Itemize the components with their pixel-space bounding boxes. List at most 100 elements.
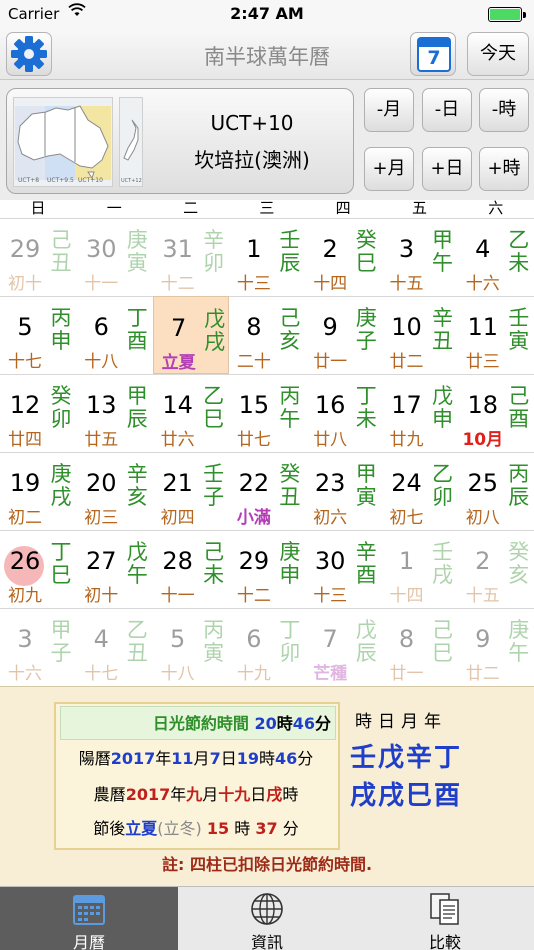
day-branch: 未 <box>355 407 377 431</box>
status-bar: Carrier 2:47 AM <box>0 0 534 28</box>
calendar-day-cell[interactable]: 3 甲午十五 <box>382 218 458 296</box>
lunar-day-label: 十二 <box>236 586 271 606</box>
day-branch: 午 <box>508 641 530 665</box>
calendar-day-cell[interactable]: 17 戊申廿九 <box>382 374 458 452</box>
tab-compare[interactable]: 比較 <box>356 887 534 950</box>
calendar-day-cell[interactable]: 29 庚申十二 <box>229 530 305 608</box>
calendar-day-cell[interactable]: 18 己酉 10月 <box>458 374 534 452</box>
calendar-day-cell[interactable]: 7 戊辰芒種 <box>305 608 381 686</box>
lunar-day-label: 十五 <box>465 586 500 606</box>
day-number: 8 <box>246 313 262 341</box>
calendar-day-cell[interactable]: 27 戊午初十 <box>76 530 152 608</box>
prev-hour-button[interactable]: -時 <box>479 88 529 132</box>
lunar-day-label: 十五 <box>389 274 424 294</box>
calendar-day-cell[interactable]: 23 甲寅初六 <box>305 452 381 530</box>
lunar-day-label: 廿四 <box>8 430 42 450</box>
day-stem: 壬 <box>203 462 225 486</box>
calendar-day-cell[interactable]: 5 丙寅十八 <box>153 608 229 686</box>
calendar-day-cell[interactable]: 26 丁巳初九 <box>0 530 76 608</box>
calendar-day-cell[interactable]: 2 癸亥十五 <box>458 530 534 608</box>
day-stem: 乙 <box>203 384 225 408</box>
calendar-day-cell[interactable]: 1 壬辰十三 <box>229 218 305 296</box>
after-hours: 15 <box>206 819 230 838</box>
day-branch: 辰 <box>126 407 148 431</box>
calendar-day-cell[interactable]: 13 甲辰廿五 <box>76 374 152 452</box>
day-stem: 己 <box>203 540 225 564</box>
calendar-day-cell[interactable]: 30 辛酉十三 <box>305 530 381 608</box>
day-number: 18 <box>467 391 499 419</box>
date-picker-button[interactable]: 7 <box>410 32 456 76</box>
calendar-day-cell[interactable]: 20 辛亥初三 <box>76 452 152 530</box>
day-branch: 未 <box>508 251 530 275</box>
lunar-day-label: 十六 <box>465 274 500 294</box>
calendar-day-cell[interactable]: 8 己亥二十 <box>229 296 305 374</box>
calendar-day-cell[interactable]: 16 丁未廿八 <box>305 374 381 452</box>
prev-month-button[interactable]: -月 <box>364 88 414 132</box>
today-button[interactable]: 今天 <box>467 32 529 76</box>
lunar-day-label: 十二 <box>160 274 195 294</box>
day-branch: 丑 <box>432 329 453 353</box>
day-branch: 寅 <box>203 641 225 665</box>
tab-info[interactable]: 資訊 <box>178 887 356 950</box>
next-hour-button[interactable]: +時 <box>479 147 529 191</box>
solar-prefix: 陽曆 <box>78 749 111 768</box>
next-day-button[interactable]: +日 <box>422 147 472 191</box>
tab-month-calendar[interactable]: 月曆 <box>0 887 178 950</box>
calendar-day-cell[interactable]: 10 辛丑廿二 <box>382 296 458 374</box>
day-number: 9 <box>322 313 338 341</box>
calendar-day-cell[interactable]: 4 乙未十六 <box>458 218 534 296</box>
weekday-header: 五 <box>411 199 427 217</box>
calendar-day-cell[interactable]: 29 己丑初十 <box>0 218 76 296</box>
calendar-day-cell[interactable]: 31 辛卯十二 <box>153 218 229 296</box>
timezone-selector[interactable]: UCT+8 UCT+9.5 UCT+10 UCT+12 UCT+10 坎培拉(澳… <box>6 88 354 194</box>
calendar-day-cell[interactable]: 21 壬子初四 <box>153 452 229 530</box>
day-stem: 庚 <box>50 462 72 486</box>
lunar-day-label: 廿一 <box>313 352 348 372</box>
solar-m: 月 <box>193 749 210 768</box>
calendar-day-cell[interactable]: 28 己未十一 <box>153 530 229 608</box>
calendar-day-cell[interactable]: 12 癸卯廿四 <box>0 374 76 452</box>
next-month-button[interactable]: +月 <box>364 147 414 191</box>
calendar-day-cell[interactable]: 5 丙申十七 <box>0 296 76 374</box>
day-branch: 巳 <box>355 251 377 275</box>
calendar-day-cell[interactable]: 3 甲子十六 <box>0 608 76 686</box>
calendar-day-cell[interactable]: 30 庚寅十一 <box>76 218 152 296</box>
calendar-day-cell[interactable]: 2 癸巳十四 <box>305 218 381 296</box>
calendar-day-cell[interactable]: 14 乙巳廿六 <box>153 374 229 452</box>
day-stem: 庚 <box>355 306 377 330</box>
lunar-d: 日 <box>250 785 267 804</box>
day-number: 16 <box>314 391 346 419</box>
lunar-day-label: 芒種 <box>313 664 348 684</box>
day-stem: 癸 <box>355 228 377 252</box>
dst-minute-unit: 分 <box>314 714 331 733</box>
calendar-day-cell[interactable]: 4 乙丑十七 <box>76 608 152 686</box>
lunar-day: 十九 <box>218 785 251 804</box>
calendar-day-cell[interactable]: 11 壬寅廿三 <box>458 296 534 374</box>
day-number: 1 <box>246 235 262 263</box>
lunar-day-label: 初十 <box>84 586 119 606</box>
calendar-day-cell[interactable]: 9 庚子廿一 <box>305 296 381 374</box>
day-number: 13 <box>86 391 117 419</box>
calendar-day-cell[interactable]: 1 壬戌十四 <box>382 530 458 608</box>
calendar-day-cell[interactable]: 22 癸丑小滿 <box>229 452 305 530</box>
calendar-day-cell[interactable]: 8 己巳廿一 <box>382 608 458 686</box>
lunar-day-label: 十三 <box>313 586 348 606</box>
calendar-day-cell[interactable]: 19 庚戌初二 <box>0 452 76 530</box>
day-stem: 庚 <box>126 228 148 252</box>
four-pillars-header: 時日月年 <box>355 712 447 732</box>
calendar-day-cell[interactable]: 7 戊戌立夏 <box>152 296 229 374</box>
prev-day-button[interactable]: -日 <box>422 88 472 132</box>
calendar-day-cell[interactable]: 15 丙午廿七 <box>229 374 305 452</box>
calendar-day-cell[interactable]: 6 丁酉十八 <box>76 296 152 374</box>
australia-map-icon: UCT+8 UCT+9.5 UCT+10 <box>13 97 113 187</box>
tab-bar: 月曆 資訊 比較 <box>0 886 534 950</box>
lunar-y: 年 <box>170 785 187 804</box>
day-number: 5 <box>17 313 33 341</box>
calendar-day-cell[interactable]: 24 乙卯初七 <box>382 452 458 530</box>
day-stem: 己 <box>508 384 530 408</box>
calendar-day-cell[interactable]: 9 庚午廿二 <box>458 608 534 686</box>
day-branch: 酉 <box>508 407 530 431</box>
calendar-day-cell[interactable]: 6 丁卯十九 <box>229 608 305 686</box>
calendar-day-cell[interactable]: 25 丙辰初八 <box>458 452 534 530</box>
day-branch: 寅 <box>508 329 530 353</box>
